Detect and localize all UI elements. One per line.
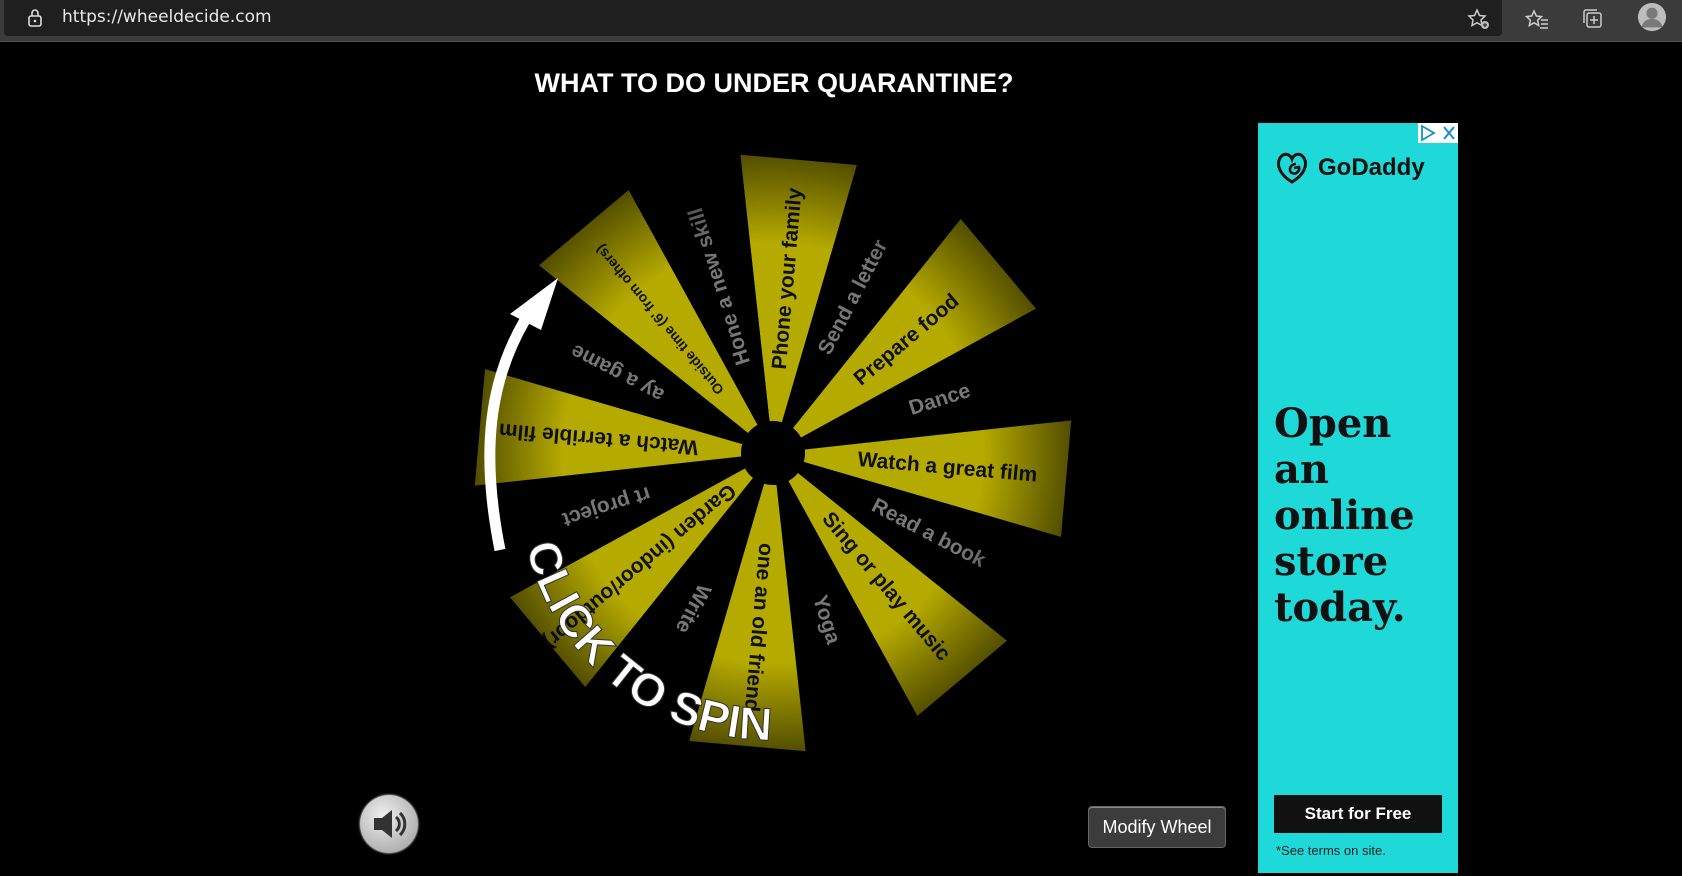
- ad-close-icon: [1443, 126, 1455, 140]
- ad-headline: Open an online store today.: [1274, 400, 1415, 631]
- ad-info-icon: [1421, 124, 1436, 142]
- advertisement[interactable]: GoDaddy Open an online store today. Star…: [1258, 123, 1458, 873]
- start-for-free-button[interactable]: Start for Free: [1274, 795, 1442, 833]
- browser-toolbar: https://wheeldecide.com: [0, 0, 1682, 42]
- page-title: WHAT TO DO UNDER QUARANTINE?: [534, 68, 1014, 98]
- url-text[interactable]: https://wheeldecide.com: [62, 7, 272, 27]
- ad-logo: GoDaddy: [1274, 151, 1425, 185]
- profile-icon[interactable]: [1637, 2, 1669, 34]
- collections-icon[interactable]: [1578, 4, 1608, 34]
- ad-brand: GoDaddy: [1318, 154, 1425, 181]
- ad-terms: *See terms on site.: [1276, 843, 1386, 858]
- favorite-add-icon[interactable]: [1464, 4, 1494, 34]
- favorites-icon[interactable]: [1522, 4, 1552, 34]
- ad-choices[interactable]: [1418, 123, 1458, 143]
- sound-toggle-button[interactable]: [360, 795, 418, 853]
- wheel-hub: [741, 421, 805, 485]
- godaddy-logo-icon: [1277, 152, 1307, 184]
- lock-icon[interactable]: [26, 8, 44, 28]
- speaker-icon: [374, 810, 407, 838]
- spin-wheel[interactable]: Phone your familySend a letterPrepare fo…: [440, 120, 1100, 780]
- address-bar[interactable]: https://wheeldecide.com: [4, 0, 1502, 36]
- modify-wheel-button[interactable]: Modify Wheel: [1088, 806, 1226, 848]
